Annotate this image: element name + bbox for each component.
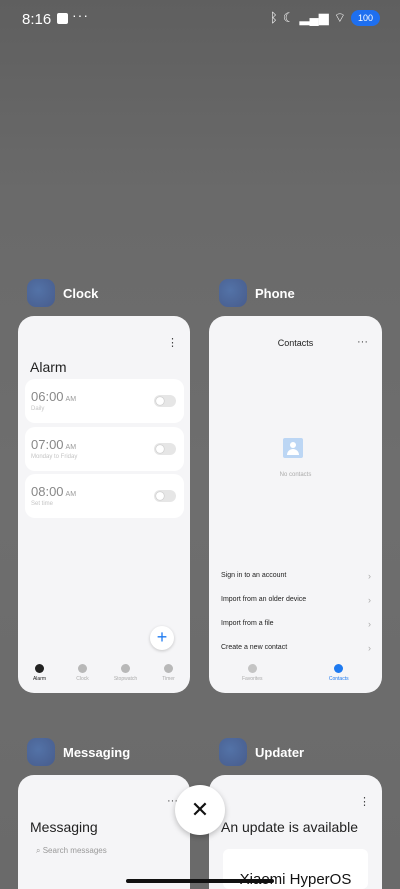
more-icon[interactable]: ⋮ [167, 336, 178, 349]
notification-icon [57, 13, 68, 24]
grid-icon [247, 664, 257, 673]
alarm-item[interactable]: 06:00 AM Daily [25, 379, 184, 423]
app-card-updater[interactable]: ⋮ An update is available Xiaomi HyperOS [209, 775, 382, 889]
tab-favorites[interactable]: Favorites [209, 659, 296, 693]
status-time: 8:16 [22, 11, 52, 28]
alarm-repeat: Monday to Friday [31, 454, 78, 460]
app-label-updater[interactable]: Updater [219, 738, 304, 766]
more-notifications-icon: ··· [72, 7, 89, 23]
page-title: Messaging [30, 819, 98, 835]
phone-app-icon [219, 279, 247, 307]
updater-app-icon [219, 738, 247, 766]
wifi-icon: ⌔ [333, 10, 346, 25]
chevron-right-icon: › [368, 643, 371, 653]
alarm-item[interactable]: 08:00 AM Set time [25, 474, 184, 518]
stopwatch-icon [121, 664, 130, 673]
alarm-toggle[interactable] [154, 443, 176, 455]
person-icon [334, 664, 344, 673]
tab-timer[interactable]: Timer [147, 659, 190, 693]
search-input[interactable]: ⌕ Search messages [36, 846, 107, 856]
signal-icon: ▂▄▆ [299, 10, 329, 25]
tab-alarm[interactable]: Alarm [18, 659, 61, 693]
alarm-time: 07:00 AM [31, 437, 77, 452]
app-name: Updater [255, 744, 305, 760]
chevron-right-icon: › [368, 595, 371, 605]
home-indicator[interactable] [126, 879, 274, 883]
alarm-time: 06:00 AM [31, 389, 77, 404]
app-label-phone[interactable]: Phone [219, 279, 295, 307]
clock-app-icon [27, 279, 55, 307]
app-card-messaging[interactable]: ··· Messaging ⌕ Search messages [18, 775, 190, 889]
action-create-contact[interactable]: Create a new contact › [221, 643, 371, 658]
action-sign-in[interactable]: Sign in to an account › [221, 571, 371, 586]
alarm-repeat: Set time [31, 501, 54, 507]
bottom-nav: Alarm Clock Stopwatch Timer [18, 659, 190, 693]
search-icon: ⌕ [36, 846, 41, 855]
alarm-item[interactable]: 07:00 AM Monday to Friday [25, 427, 184, 471]
add-alarm-button[interactable]: + [150, 626, 174, 650]
alarm-clock-icon [35, 664, 44, 673]
app-label-clock[interactable]: Clock [27, 279, 98, 307]
action-import-file[interactable]: Import from a file › [221, 619, 371, 634]
app-label-messaging[interactable]: Messaging [27, 738, 130, 766]
page-title: An update is available [221, 819, 358, 835]
bottom-nav: Favorites Contacts [209, 659, 382, 693]
chevron-right-icon: › [368, 571, 371, 581]
status-bar: 8:16 ··· ᛒ ☾ ▂▄▆ ⌔ 100 [0, 0, 400, 38]
chevron-right-icon: › [368, 619, 371, 629]
page-title: Alarm [30, 359, 67, 375]
tab-contacts[interactable]: Contacts [296, 659, 383, 693]
update-banner: Xiaomi HyperOS [223, 849, 368, 889]
bluetooth-icon: ᛒ [270, 10, 278, 25]
app-name: Phone [255, 285, 295, 301]
hourglass-icon [164, 664, 173, 673]
app-name: Messaging [63, 744, 131, 760]
action-import-device[interactable]: Import from an older device › [221, 595, 371, 610]
moon-icon: ☾ [282, 10, 295, 25]
more-icon[interactable]: ··· [357, 336, 368, 348]
alarm-repeat: Daily [31, 406, 45, 412]
empty-state-text: No contacts [279, 472, 312, 478]
status-icons: ᛒ ☾ ▂▄▆ ⌔ 100 [270, 10, 380, 26]
app-card-phone[interactable]: Contacts ··· No contacts Sign in to an a… [209, 316, 382, 693]
app-card-clock[interactable]: ⋮ Alarm 06:00 AM Daily 07:00 AM Monday to … [18, 316, 190, 693]
close-all-button[interactable]: ✕ [175, 785, 225, 835]
alarm-time: 08:00 AM [31, 484, 77, 499]
app-name: Clock [63, 285, 99, 301]
more-icon[interactable]: ⋮ [359, 795, 370, 808]
messaging-app-icon [27, 738, 55, 766]
alarm-toggle[interactable] [154, 395, 176, 407]
battery-icon: 100 [350, 10, 380, 26]
empty-contacts-icon [283, 438, 303, 458]
tab-clock[interactable]: Clock [61, 659, 104, 693]
alarm-toggle[interactable] [154, 490, 176, 502]
tab-stopwatch[interactable]: Stopwatch [104, 659, 147, 693]
clock-icon [78, 664, 87, 673]
